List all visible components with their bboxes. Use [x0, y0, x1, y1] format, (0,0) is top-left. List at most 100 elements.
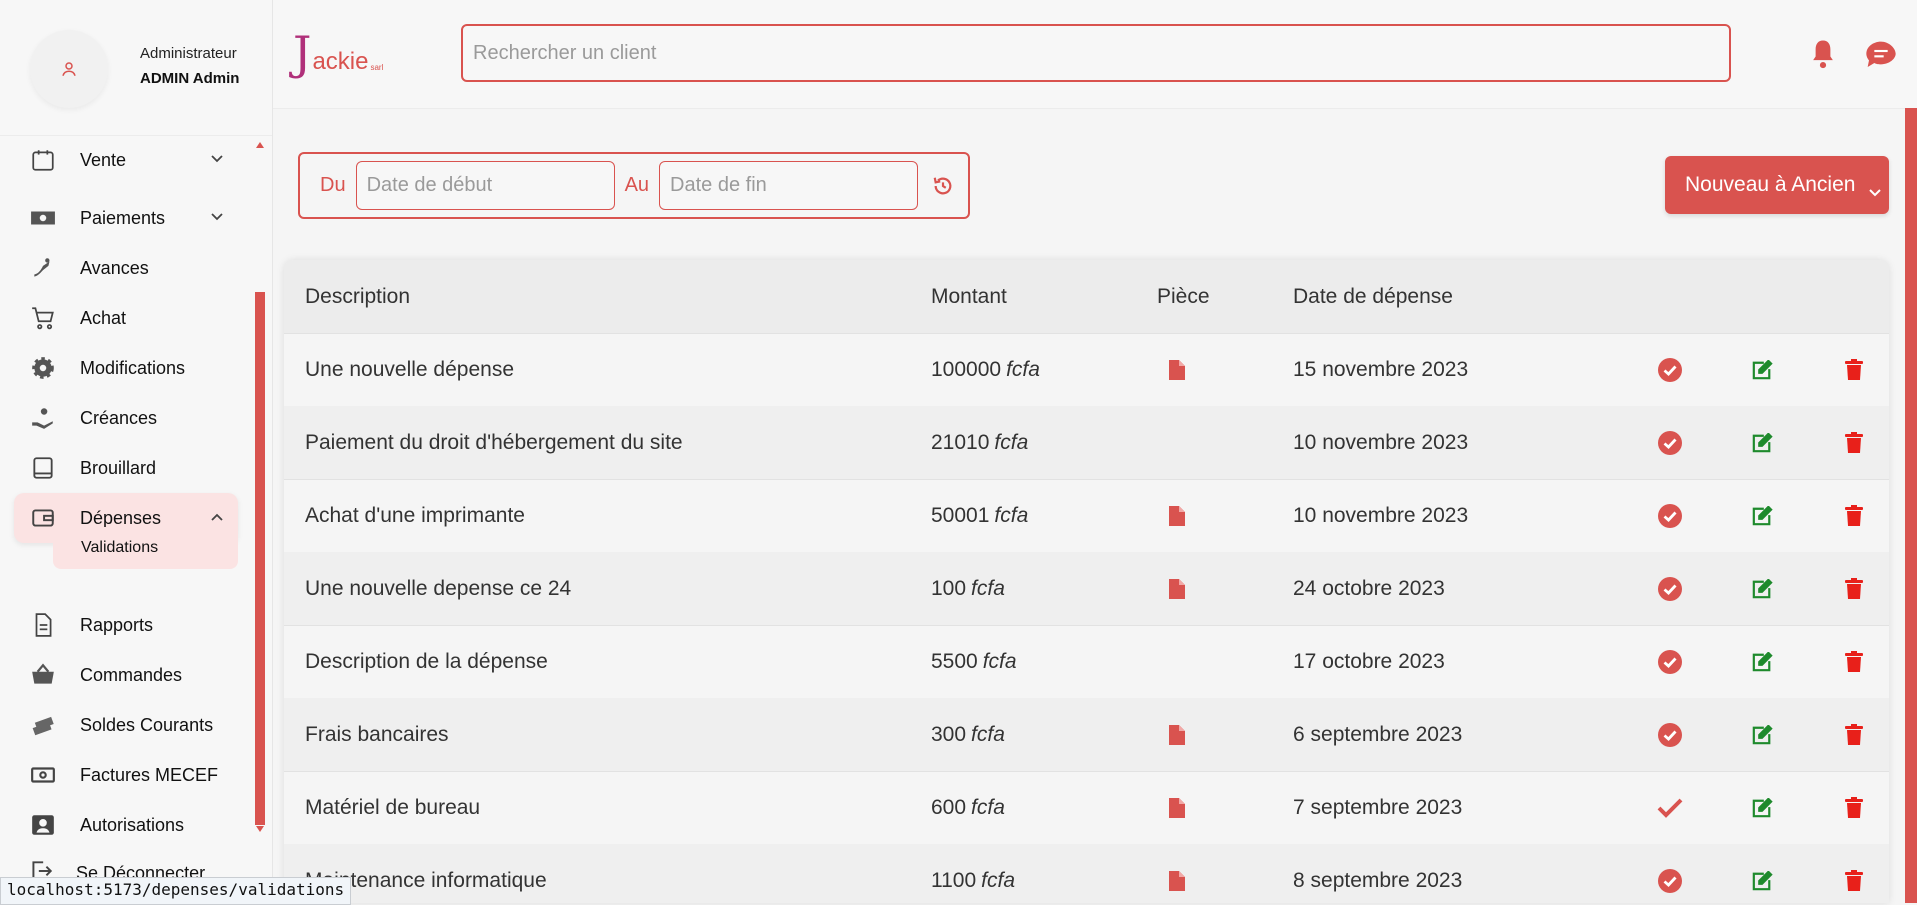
validate-button[interactable]	[1650, 479, 1690, 552]
page-scrollbar[interactable]	[1905, 108, 1917, 903]
expense-amount: 21010 fcfa	[931, 406, 1028, 479]
column-header-date[interactable]: Date de dépense	[1293, 260, 1453, 333]
edit-button[interactable]	[1742, 552, 1782, 625]
attachment-cell[interactable]	[1157, 844, 1197, 903]
sidebar-item-creances[interactable]: Créances	[14, 393, 238, 443]
validate-button[interactable]	[1650, 552, 1690, 625]
column-header-amount[interactable]: Montant	[931, 260, 1007, 333]
sidebar-item-brouillard[interactable]: Brouillard	[14, 443, 238, 493]
sidebar-item-label: Autorisations	[80, 814, 185, 835]
edit-button[interactable]	[1742, 698, 1782, 771]
delete-button[interactable]	[1834, 479, 1874, 552]
bell-icon[interactable]	[1808, 38, 1838, 75]
calendar-icon	[28, 147, 58, 173]
delete-button[interactable]	[1834, 625, 1874, 698]
delete-button[interactable]	[1834, 698, 1874, 771]
scroll-up-icon[interactable]	[255, 141, 265, 149]
table-row: Description de la dépense 5500 fcfa 17 oc…	[284, 625, 1889, 699]
history-icon[interactable]	[932, 175, 954, 202]
sidebar-item-label: Commandes	[80, 664, 183, 685]
sidebar-item-achat[interactable]: Achat	[14, 293, 238, 343]
sidebar-item-label: Paiements	[80, 207, 166, 228]
delete-button[interactable]	[1834, 552, 1874, 625]
validate-button[interactable]	[1650, 771, 1690, 844]
delete-button[interactable]	[1834, 844, 1874, 903]
chat-icon[interactable]	[1865, 40, 1897, 75]
sidebar-item-label: Modifications	[80, 357, 186, 378]
sidebar-item-rapports[interactable]: Rapports	[14, 600, 238, 650]
amount-currency: fcfa	[971, 576, 1005, 600]
search-input[interactable]	[461, 24, 1731, 82]
sidebar: Administrateur ADMIN Admin Vente Paiemen…	[0, 0, 273, 903]
sidebar-subitem-validations[interactable]: Validations	[53, 527, 238, 569]
expense-amount: 100000 fcfa	[931, 333, 1040, 406]
edit-icon	[1752, 578, 1773, 598]
expense-description: Une nouvelle dépense	[305, 357, 514, 381]
validate-button[interactable]	[1650, 698, 1690, 771]
edit-button[interactable]	[1742, 771, 1782, 844]
attachment-cell[interactable]	[1157, 771, 1197, 844]
expense-amount: 300 fcfa	[931, 698, 1005, 771]
validate-button[interactable]	[1650, 844, 1690, 903]
expense-description: Matériel de bureau	[305, 795, 481, 819]
delete-button[interactable]	[1834, 406, 1874, 479]
edit-button[interactable]	[1742, 479, 1782, 552]
trash-icon	[1845, 796, 1863, 818]
scroll-down-icon[interactable]	[255, 825, 265, 833]
sidebar-item-factures-mecef[interactable]: Factures MECEF	[14, 750, 238, 800]
end-date-input[interactable]	[659, 161, 919, 210]
hand-holding-icon	[28, 405, 58, 431]
column-header-piece[interactable]: Pièce	[1157, 260, 1210, 333]
sidebar-item-paiements[interactable]: Paiements	[14, 193, 238, 243]
sort-order-label: Nouveau à Ancien	[1685, 173, 1856, 196]
scrollbar-thumb[interactable]	[255, 292, 265, 825]
sidebar-item-autorisations[interactable]: Autorisations	[14, 800, 238, 838]
sidebar-item-vente[interactable]: Vente	[14, 135, 238, 185]
file-icon	[1169, 578, 1185, 599]
sidebar-item-avances[interactable]: Avances	[14, 243, 238, 293]
edit-button[interactable]	[1742, 625, 1782, 698]
expense-date: 6 septembre 2023	[1293, 722, 1463, 746]
avatar[interactable]	[30, 30, 108, 108]
amount-value: 100	[931, 576, 967, 600]
delete-button[interactable]	[1834, 771, 1874, 844]
attachment-cell[interactable]	[1157, 333, 1197, 406]
expense-amount: 50001 fcfa	[931, 479, 1028, 552]
expense-description: Paiement du droit d'hébergement du site	[305, 430, 683, 454]
table-header-row: Description Montant Pièce Date de dépens…	[284, 260, 1889, 334]
edit-button[interactable]	[1742, 844, 1782, 903]
file-icon	[1169, 505, 1185, 526]
sidebar-scrollbar[interactable]	[252, 135, 268, 838]
hand-coin-icon	[28, 255, 58, 281]
edit-icon	[1752, 797, 1773, 817]
attachment-cell	[1157, 406, 1197, 479]
edit-button[interactable]	[1742, 406, 1782, 479]
validate-button[interactable]	[1650, 333, 1690, 406]
chevron-down-icon	[210, 210, 224, 229]
brand-logo[interactable]: Jackie sarl	[293, 30, 383, 76]
attachment-cell[interactable]	[1157, 552, 1197, 625]
trash-icon	[1845, 869, 1863, 891]
column-header-description[interactable]: Description	[305, 260, 410, 333]
user-badge-icon	[28, 812, 58, 838]
chevron-down-icon	[210, 152, 224, 171]
attachment-cell[interactable]	[1157, 479, 1197, 552]
sort-order-select[interactable]: Nouveau à Ancien	[1665, 156, 1889, 214]
expense-date: 10 novembre 2023	[1293, 503, 1469, 527]
sidebar-item-soldes-courants[interactable]: Soldes Courants	[14, 700, 238, 750]
sidebar-item-modifications[interactable]: Modifications	[14, 343, 238, 393]
logo-text: ackie	[312, 48, 369, 75]
sidebar-item-commandes[interactable]: Commandes	[14, 650, 238, 700]
validate-button[interactable]	[1650, 406, 1690, 479]
delete-button[interactable]	[1834, 333, 1874, 406]
validate-button[interactable]	[1650, 625, 1690, 698]
start-date-input[interactable]	[355, 161, 615, 210]
to-label: Au	[624, 174, 650, 196]
amount-value: 600	[931, 795, 967, 819]
edit-icon	[1752, 359, 1773, 379]
edit-icon	[1752, 651, 1773, 671]
edit-button[interactable]	[1742, 333, 1782, 406]
attachment-cell[interactable]	[1157, 698, 1197, 771]
table-row: Maintenance informatique 1100 fcfa 8 sept…	[284, 844, 1889, 903]
sidebar-item-label: Brouillard	[80, 457, 157, 478]
